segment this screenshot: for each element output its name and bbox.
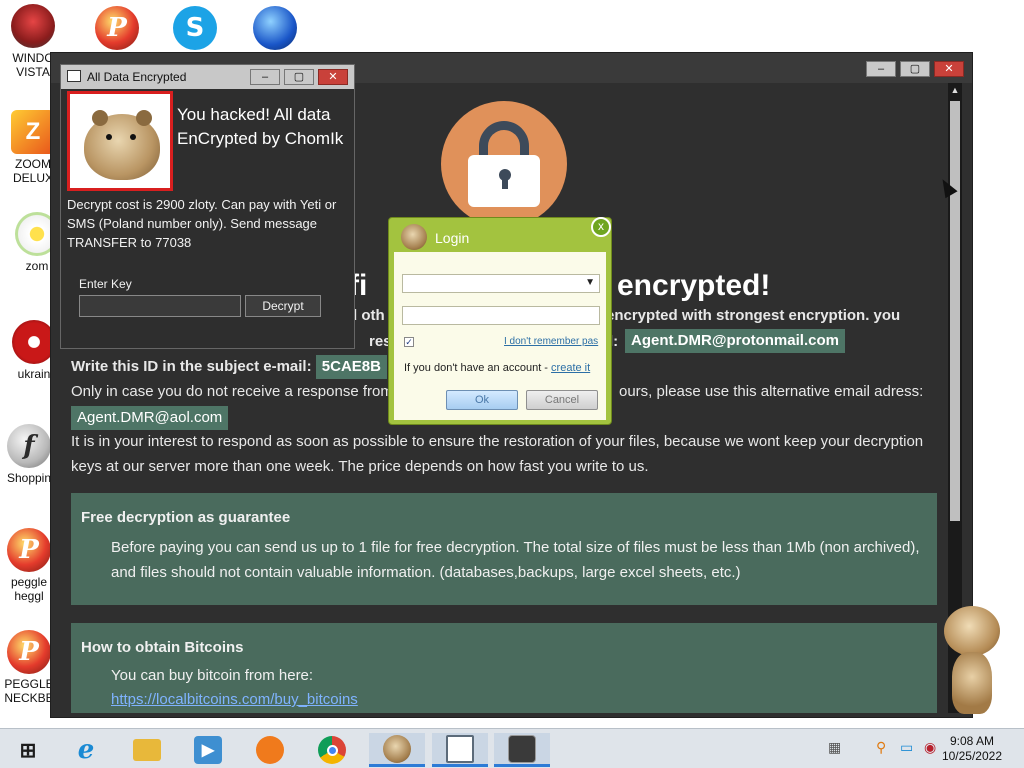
decrypt-cost-text: Decrypt cost is 2900 zloty. Can pay with…: [67, 197, 337, 250]
taskbar-chrome[interactable]: [308, 733, 356, 767]
skype-icon: S: [173, 6, 217, 50]
email-primary[interactable]: Agent.DMR@protonmail.com: [625, 329, 845, 353]
guarantee-text-1: Before paying you can send us up to 1 fi…: [111, 539, 920, 556]
login-dialog: Login x ▼ ✓ I don't remember pas If you …: [388, 217, 612, 425]
forgot-password-link[interactable]: I don't remember pas: [504, 336, 598, 347]
tray-search-icon[interactable]: ⚲: [876, 739, 886, 756]
windows-orb-icon: [11, 4, 55, 48]
close-button[interactable]: x: [591, 217, 611, 237]
uc-browser-icon: [256, 736, 284, 764]
app-window-icon: [67, 70, 81, 82]
close-button[interactable]: ✕: [934, 61, 964, 77]
taskbar-uc-browser[interactable]: [246, 733, 294, 767]
create-account-link[interactable]: create it: [551, 362, 590, 374]
desktop: WINDO VISTA Z ZOOM DELUX zom ukrain f Shop…: [0, 0, 1024, 728]
taskbar-media-player[interactable]: ▶: [184, 733, 232, 767]
taskbar-chomik[interactable]: [369, 733, 425, 767]
media-player-icon: ▶: [194, 736, 222, 764]
password-field[interactable]: [402, 306, 600, 325]
peggle-icon: P: [95, 6, 139, 50]
victim-id: 5CAE8B: [315, 355, 387, 379]
tray-volume-icon[interactable]: ◉: [924, 739, 936, 756]
username-select[interactable]: ▼: [402, 274, 600, 293]
enter-key-label: Enter Key: [79, 277, 132, 291]
chomik-window: All Data Encrypted – ▢ ✕ You hacked! All…: [60, 64, 355, 349]
hamster-picture: [67, 91, 173, 191]
chomik-window-titlebar[interactable]: All Data Encrypted – ▢ ✕: [61, 65, 354, 89]
tray-monitor-icon[interactable]: ▭: [900, 739, 913, 756]
ok-button[interactable]: Ok: [446, 390, 518, 410]
zoom-deluxe-icon: Z: [11, 110, 55, 154]
taskbar-lock-app[interactable]: [494, 733, 550, 767]
flash-icon: f: [7, 424, 51, 468]
scroll-thumb[interactable]: [950, 101, 960, 521]
globe-icon: [253, 6, 297, 50]
scroll-up-icon[interactable]: ▲: [948, 83, 962, 97]
main-window-controls: – ▢ ✕: [866, 61, 964, 77]
alt-email-row: Agent.DMR@aol.com: [71, 405, 229, 430]
document-window-icon: [446, 734, 474, 763]
taskbar-clock[interactable]: 9:08 AM 10/25/2022: [942, 734, 1002, 764]
close-button[interactable]: ✕: [318, 69, 348, 85]
chevron-down-icon: ▼: [585, 277, 595, 288]
bitcoin-box: How to obtain Bitcoins You can buy bitco…: [71, 623, 937, 713]
taskbar-internet-explorer[interactable]: e: [62, 733, 110, 767]
id-line: Write this ID in the subject e-mail: 5CA…: [71, 354, 387, 379]
maximize-button[interactable]: ▢: [900, 61, 930, 77]
peggle-icon: P: [7, 630, 51, 674]
desktop-icon-skype[interactable]: S: [160, 6, 230, 53]
hamster-icon: [383, 734, 411, 763]
hamster-mascot: [938, 600, 1006, 728]
no-account-text: If you don't have an account - create it: [404, 362, 591, 374]
guarantee-title: Free decryption as guarantee: [81, 509, 291, 526]
lock-app-icon: [508, 734, 536, 763]
interest-line-2: keys at our server more than one week. T…: [71, 458, 649, 475]
bitcoin-text: You can buy bitcoin from here:: [111, 667, 314, 684]
clock-time: 9:08 AM: [949, 734, 994, 748]
hamster-icon: [401, 224, 427, 250]
remember-checkbox[interactable]: ✓: [404, 337, 414, 347]
chomik-window-title: All Data Encrypted: [87, 70, 187, 84]
guarantee-text-2: and files should not contain valuable in…: [111, 564, 741, 581]
taskbar: ⊞ e ▶ ▦ ⚲ ▭ ◉ 9:08 AM 10/25/2022: [0, 728, 1024, 768]
maximize-button[interactable]: ▢: [284, 69, 314, 85]
cancel-button[interactable]: Cancel: [526, 390, 598, 410]
taskbar-file-explorer[interactable]: [123, 733, 171, 767]
hacked-message: You hacked! All data EnCrypted by ChomIk: [177, 105, 344, 148]
padlock-icon: [441, 101, 567, 227]
windows-logo-icon: ⊞: [19, 739, 37, 762]
internet-explorer-icon: e: [77, 735, 95, 765]
login-title: Login: [435, 230, 470, 246]
minimize-button[interactable]: –: [866, 61, 896, 77]
key-input[interactable]: [79, 295, 241, 317]
minimize-button[interactable]: –: [250, 69, 280, 85]
email-alt[interactable]: Agent.DMR@aol.com: [71, 406, 229, 430]
bitcoin-title: How to obtain Bitcoins: [81, 639, 244, 656]
folder-icon: [133, 739, 161, 761]
taskbar-document[interactable]: [432, 733, 488, 767]
guarantee-box: Free decryption as guarantee Before payi…: [71, 493, 937, 605]
peggle-icon: P: [7, 528, 51, 572]
bitcoin-link[interactable]: https://localbitcoins.com/buy_bitcoins: [111, 687, 931, 712]
decrypt-button[interactable]: Decrypt: [245, 295, 321, 317]
start-button[interactable]: ⊞: [4, 733, 52, 767]
chrome-icon: [318, 736, 346, 764]
clock-date: 10/25/2022: [941, 749, 1002, 763]
tray-network-icon[interactable]: ▦: [828, 739, 841, 756]
desktop-icon-globe[interactable]: [240, 6, 310, 53]
chomik-window-controls: – ▢ ✕: [250, 69, 348, 85]
interest-line-1: It is in your interest to respond as soo…: [71, 433, 924, 450]
desktop-icon-peggle-top[interactable]: P: [82, 6, 152, 53]
login-form: ▼ ✓ I don't remember pas If you don't ha…: [394, 252, 606, 420]
